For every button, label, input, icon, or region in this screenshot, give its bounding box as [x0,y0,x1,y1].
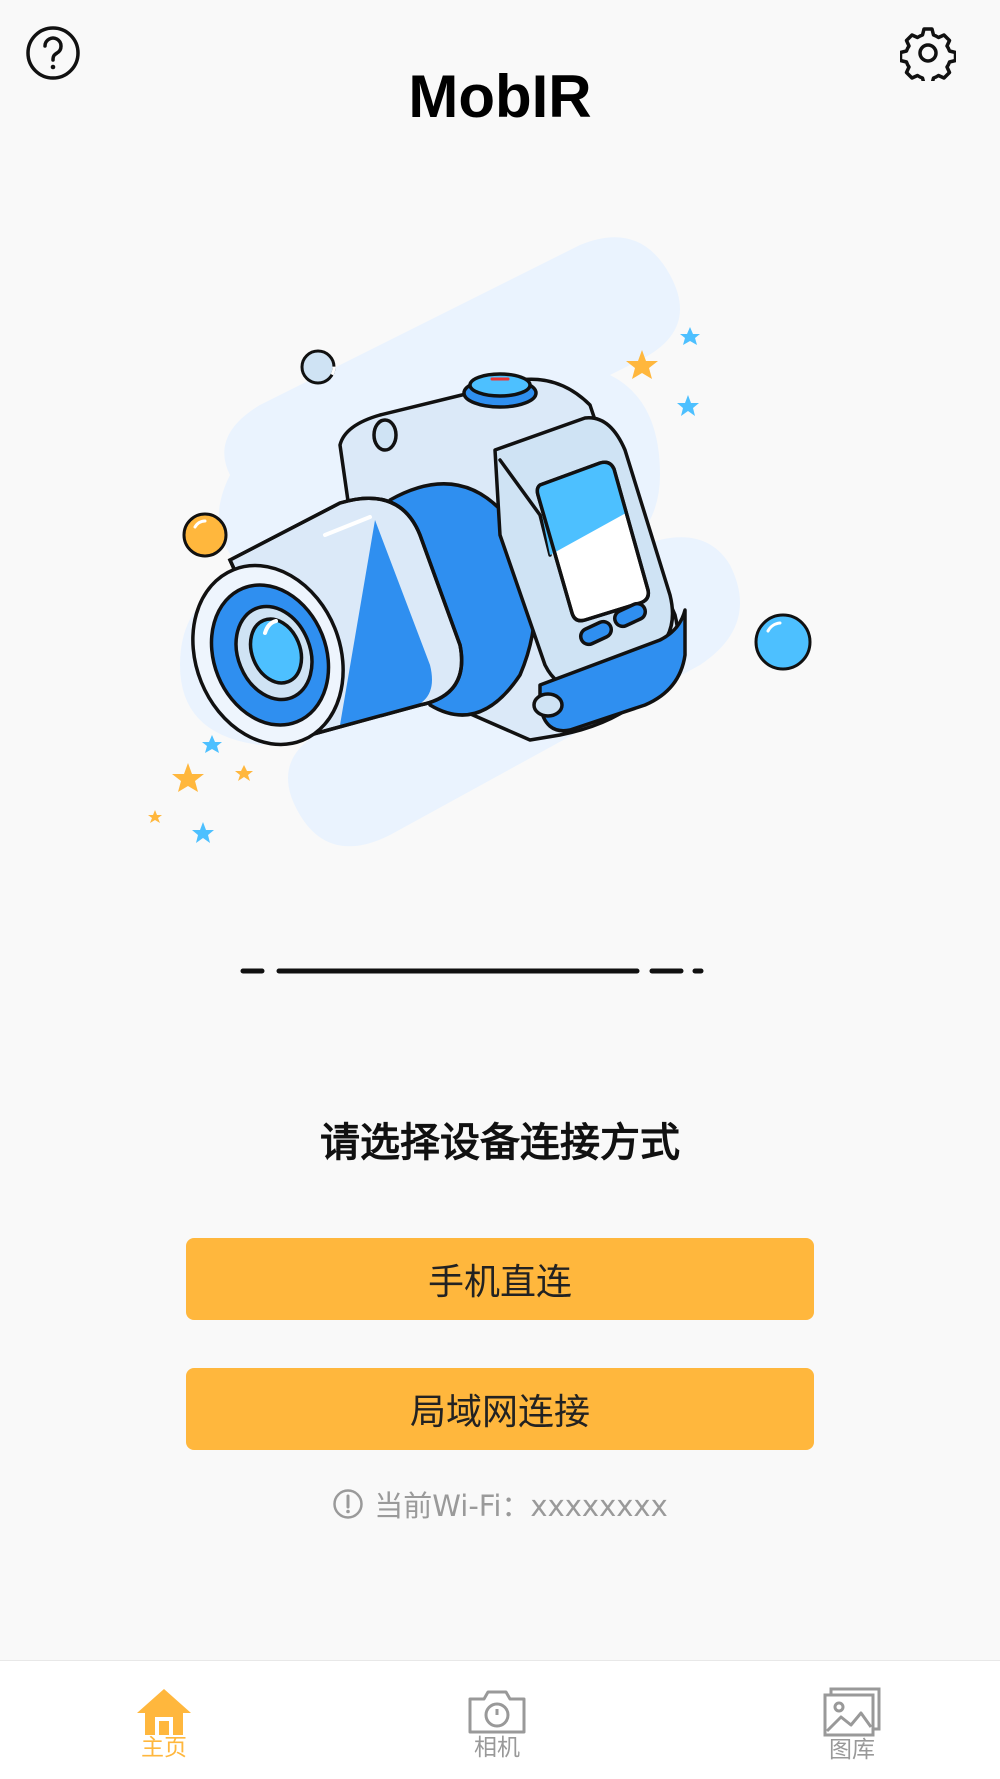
bubble-orange [182,512,228,558]
camera-illustration [148,237,812,974]
tab-camera[interactable]: 相机 [417,1661,577,1779]
home-icon [137,1689,191,1735]
tab-gallery[interactable]: 图库 [772,1661,932,1779]
gear-icon [898,27,958,86]
camera-icon [468,1690,526,1734]
tab-camera-label: 相机 [474,1735,520,1761]
info-circle-icon [333,1489,363,1519]
bubble-top [300,349,336,385]
settings-button[interactable] [898,25,958,86]
wifi-label: 当前Wi-Fi：xxxxxxxx [374,1489,668,1523]
bubble-blue [754,613,812,671]
tab-gallery-label: 图库 [829,1737,875,1763]
tab-home-label: 主页 [141,1735,187,1761]
lan-connect-button[interactable]: 局域网连接 [186,1368,814,1450]
wifi-status: 当前Wi-Fi：xxxxxxxx [0,1483,1000,1525]
tab-bar: 主页 相机 图库 [0,1660,1000,1779]
connection-prompt: 请选择设备连接方式 [320,1120,680,1166]
gallery-icon [823,1687,881,1737]
app-title: MobIR [408,63,592,130]
tab-home[interactable]: 主页 [84,1661,244,1779]
direct-connect-button[interactable]: 手机直连 [186,1238,814,1320]
